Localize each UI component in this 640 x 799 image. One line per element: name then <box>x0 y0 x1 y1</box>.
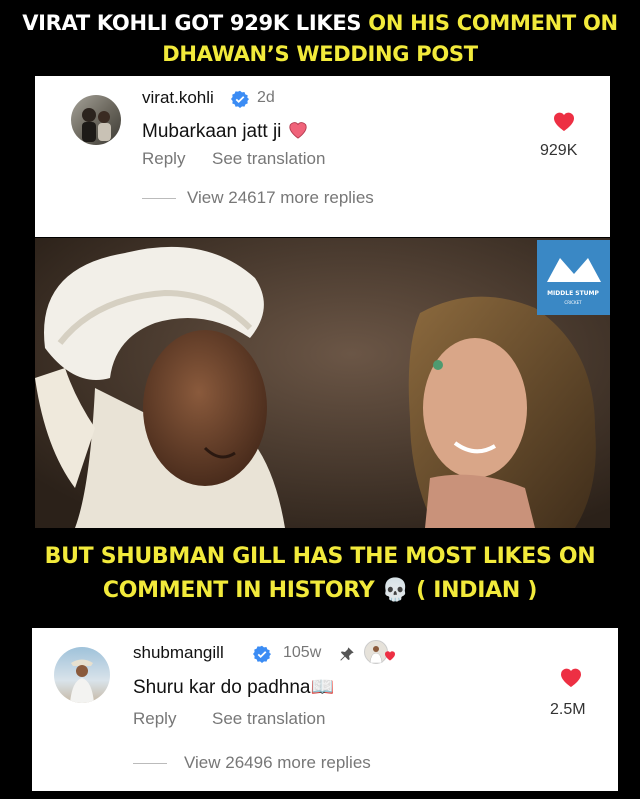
like-heart-icon[interactable] <box>552 110 576 132</box>
reply-button[interactable]: Reply <box>142 149 185 169</box>
avatar[interactable] <box>54 647 110 703</box>
comment-username[interactable]: shubmangill <box>133 643 224 663</box>
like-count: 929K <box>540 142 578 159</box>
wedding-photo-image: MIDDLE STUMP CRICKET <box>35 238 610 528</box>
verified-icon <box>231 90 249 108</box>
view-more-replies-button[interactable]: View 24617 more replies <box>187 188 374 208</box>
wedding-photo: MIDDLE STUMP CRICKET <box>35 238 610 528</box>
avatar[interactable] <box>71 95 121 145</box>
reply-button[interactable]: Reply <box>133 709 176 729</box>
watermark-text: MIDDLE STUMP <box>547 290 599 297</box>
comment-card-virat: virat.kohli 2d Mubarkaan jatt ji Reply S… <box>35 76 610 237</box>
replies-divider <box>142 198 176 199</box>
headline-yellow-text-2: DHAWAN’S WEDDING POST <box>162 42 478 66</box>
middle-headline: BUT SHUBMAN GILL HAS THE MOST LIKES ON C… <box>0 540 640 608</box>
comment-text: Mubarkaan jatt ji <box>142 119 309 143</box>
comment-text-body: Shuru kar do padhna <box>133 677 311 698</box>
middle-headline-line2b: ( INDIAN ) <box>416 578 538 603</box>
top-headline: VIRAT KOHLI GOT 929K LIKES ON HIS COMMEN… <box>0 8 640 70</box>
creator-like-heart-icon <box>384 651 396 661</box>
heart-emoji-icon <box>289 122 307 139</box>
avatar-image-icon <box>70 659 94 703</box>
middle-headline-line1: BUT SHUBMAN GILL HAS THE MOST LIKES ON <box>44 544 596 569</box>
replies-divider <box>133 763 167 764</box>
like-heart-icon[interactable] <box>559 666 583 688</box>
skull-emoji: 💀 <box>381 578 409 603</box>
comment-username[interactable]: virat.kohli <box>142 88 214 108</box>
watermark-subtext: CRICKET <box>564 300 582 305</box>
avatar-image-icon <box>82 108 111 142</box>
pin-icon <box>340 647 354 661</box>
comment-text-body: Mubarkaan jatt ji <box>142 121 282 142</box>
comment-text: Shuru kar do padhna📖 <box>133 675 334 699</box>
headline-white-text: VIRAT KOHLI GOT 929K LIKES <box>22 11 369 35</box>
comment-card-shubman: shubmangill 105w Shuru kar do padhna📖 Re… <box>32 628 618 791</box>
see-translation-button[interactable]: See translation <box>212 149 325 169</box>
view-more-replies-button[interactable]: View 26496 more replies <box>184 753 371 773</box>
middle-headline-line2a: COMMENT IN HISTORY <box>102 578 375 603</box>
comment-time: 105w <box>283 644 322 661</box>
headline-yellow-text: ON HIS COMMENT ON <box>368 11 618 35</box>
verified-icon <box>253 645 271 663</box>
book-emoji: 📖 <box>310 677 335 698</box>
see-translation-button[interactable]: See translation <box>212 709 325 729</box>
comment-time: 2d <box>257 89 275 106</box>
like-count: 2.5M <box>550 701 586 718</box>
